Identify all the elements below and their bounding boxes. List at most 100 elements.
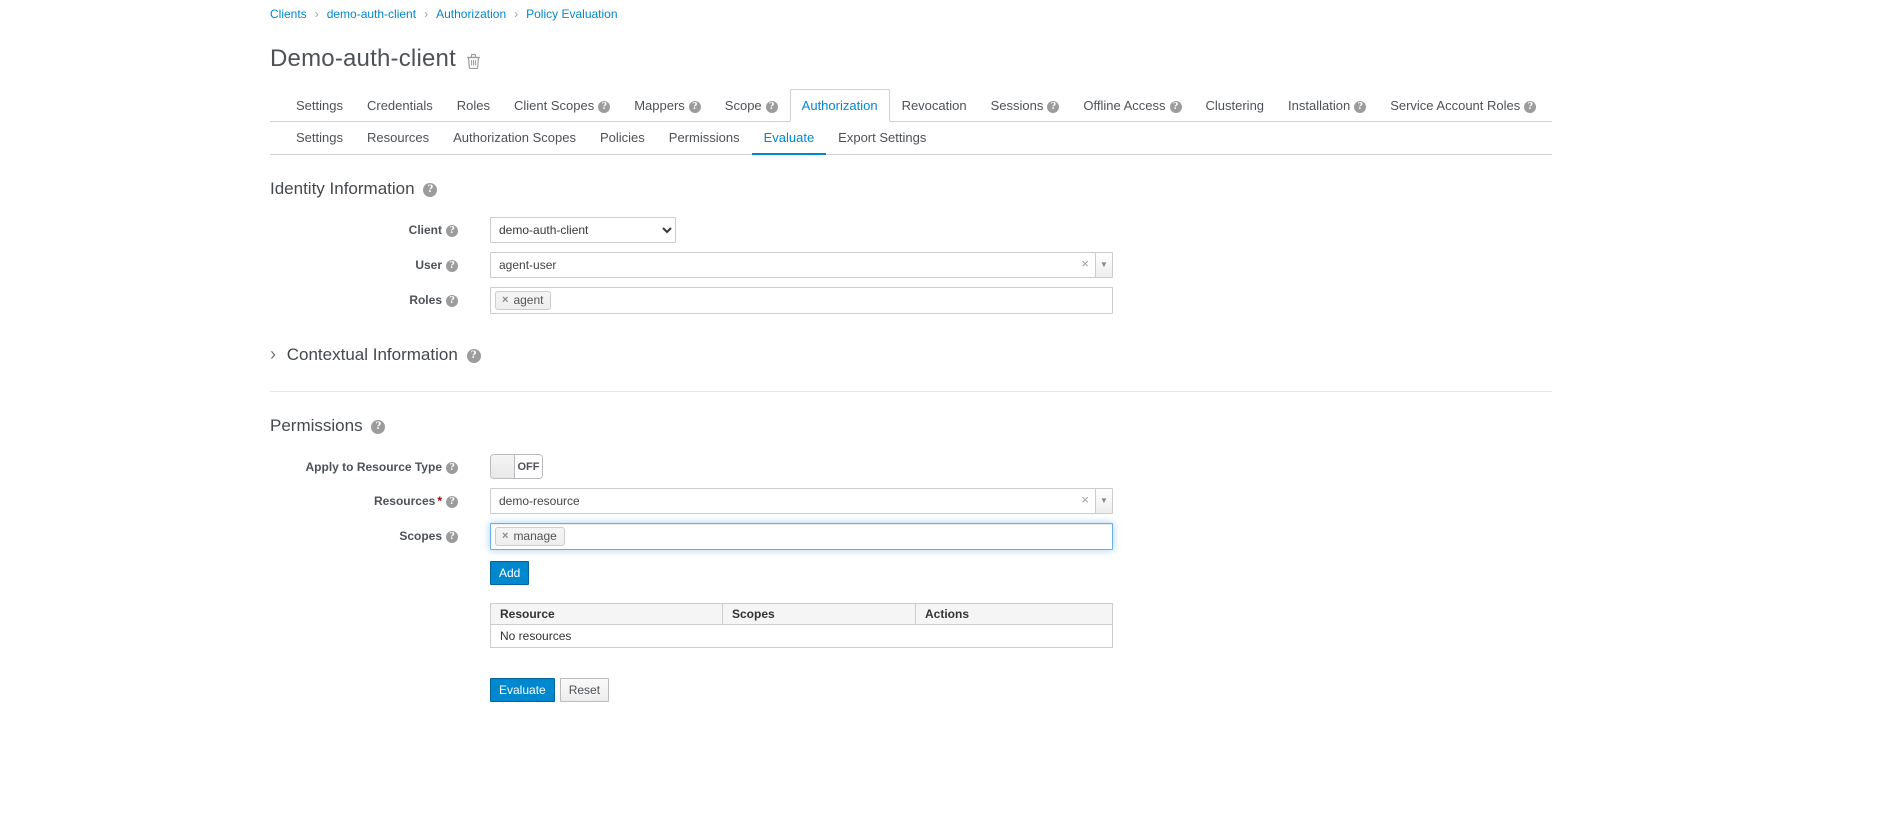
help-icon: ? [446, 531, 458, 543]
tab-mappers[interactable]: Mappers? [622, 89, 713, 122]
chevron-down-icon: ▼ [1100, 497, 1108, 505]
contextual-information-toggle[interactable]: › Contextual Information ? [270, 344, 1552, 365]
permissions-heading: Permissions ? [270, 416, 1552, 436]
table-header-row: Resource Scopes Actions [491, 604, 1113, 625]
tab-label: Revocation [902, 98, 967, 113]
scopes-input[interactable] [569, 528, 1108, 546]
identity-information-section: Identity Information ? Client? demo-auth… [270, 179, 1552, 314]
scopes-multiselect[interactable]: × manage [490, 523, 1113, 550]
clear-user-icon[interactable]: × [1077, 253, 1095, 277]
user-select[interactable]: agent-user × ▼ [490, 252, 1113, 278]
breadcrumb-separator-icon: › [424, 7, 428, 21]
help-icon: ? [423, 183, 437, 197]
identity-information-heading: Identity Information ? [270, 179, 1552, 199]
subtab-authorization-scopes[interactable]: Authorization Scopes [441, 122, 588, 155]
scopes-form-group: Scopes? × manage [270, 523, 1552, 550]
help-icon: ? [446, 225, 458, 237]
tab-label: Sessions [991, 98, 1044, 113]
add-button[interactable]: Add [490, 561, 529, 585]
breadcrumb-authorization[interactable]: Authorization [436, 7, 506, 21]
resources-select-value: demo-resource [491, 489, 1077, 513]
breadcrumb: Clients › demo-auth-client › Authorizati… [270, 7, 1552, 21]
main-tabs: Settings Credentials Roles Client Scopes… [270, 89, 1552, 122]
tab-authorization[interactable]: Authorization [790, 89, 890, 122]
apply-to-resource-type-toggle[interactable]: OFF [490, 454, 543, 479]
tab-offline-access[interactable]: Offline Access? [1071, 89, 1193, 122]
subtab-evaluate[interactable]: Evaluate [752, 122, 827, 155]
toggle-state-label: OFF [515, 455, 542, 478]
subtab-settings[interactable]: Settings [284, 122, 355, 155]
tab-sessions[interactable]: Sessions? [979, 89, 1072, 122]
reset-button[interactable]: Reset [560, 678, 609, 702]
breadcrumb-separator-icon: › [514, 7, 518, 21]
scopes-label: Scopes? [270, 523, 458, 543]
tab-label: Roles [457, 98, 490, 113]
required-marker: * [437, 494, 442, 508]
tab-label: Settings [296, 98, 343, 113]
tab-settings[interactable]: Settings [284, 89, 355, 122]
user-select-value: agent-user [491, 253, 1077, 277]
evaluate-button[interactable]: Evaluate [490, 678, 555, 702]
tab-credentials[interactable]: Credentials [355, 89, 445, 122]
label-text: Client [409, 223, 442, 237]
column-header-resource: Resource [491, 604, 723, 625]
tab-label: Installation [1288, 98, 1350, 113]
label-text: Apply to Resource Type [306, 460, 442, 474]
role-tag: × agent [495, 291, 551, 310]
subtab-policies[interactable]: Policies [588, 122, 657, 155]
breadcrumb-policy-evaluation[interactable]: Policy Evaluation [526, 7, 617, 21]
toggle-handle [491, 455, 515, 478]
help-icon: ? [371, 420, 385, 434]
scope-tag: × manage [495, 527, 565, 546]
resources-dropdown-button[interactable]: ▼ [1095, 489, 1112, 513]
tab-client-scopes[interactable]: Client Scopes? [502, 89, 622, 122]
clear-resource-icon[interactable]: × [1077, 489, 1095, 513]
resources-label: Resources*? [270, 488, 458, 508]
help-icon: ? [1524, 101, 1536, 113]
tab-label: Client Scopes [514, 98, 594, 113]
tab-roles[interactable]: Roles [445, 89, 502, 122]
tab-installation[interactable]: Installation? [1276, 89, 1378, 122]
tag-label: agent [513, 293, 543, 307]
tab-label: Credentials [367, 98, 433, 113]
help-icon: ? [766, 101, 778, 113]
section-title-text: Permissions [270, 416, 363, 435]
tab-label: Service Account Roles [1390, 98, 1520, 113]
tab-revocation[interactable]: Revocation [890, 89, 979, 122]
remove-tag-icon[interactable]: × [502, 531, 508, 542]
subtab-export-settings[interactable]: Export Settings [826, 122, 938, 155]
resources-table: Resource Scopes Actions No resources [490, 603, 1113, 648]
resources-table-wrap: Resource Scopes Actions No resources [490, 603, 1552, 648]
breadcrumb-demo-auth-client[interactable]: demo-auth-client [327, 7, 416, 21]
tab-service-account-roles[interactable]: Service Account Roles? [1378, 89, 1548, 122]
tab-label: Offline Access [1083, 98, 1165, 113]
remove-tag-icon[interactable]: × [502, 295, 508, 306]
chevron-right-icon: › [270, 344, 276, 364]
delete-client-trash-icon[interactable] [466, 53, 481, 69]
help-icon: ? [446, 260, 458, 272]
resources-select[interactable]: demo-resource × ▼ [490, 488, 1113, 514]
user-dropdown-button[interactable]: ▼ [1095, 253, 1112, 277]
breadcrumb-separator-icon: › [315, 7, 319, 21]
roles-label: Roles? [270, 287, 458, 307]
add-row: Add [490, 561, 1552, 585]
apply-to-resource-type-form-group: Apply to Resource Type? OFF [270, 454, 1552, 479]
tab-clustering[interactable]: Clustering [1194, 89, 1277, 122]
user-form-group: User? agent-user × ▼ [270, 252, 1552, 278]
table-row: No resources [491, 625, 1113, 648]
page-title: Demo-auth-client [270, 45, 456, 73]
label-text: Scopes [399, 529, 442, 543]
tab-scope[interactable]: Scope? [713, 89, 790, 122]
column-header-scopes: Scopes [723, 604, 916, 625]
subtab-resources[interactable]: Resources [355, 122, 441, 155]
roles-multiselect[interactable]: × agent [490, 287, 1113, 314]
help-icon: ? [446, 462, 458, 474]
client-select[interactable]: demo-auth-client [490, 217, 676, 243]
tab-label: Clustering [1206, 98, 1265, 113]
section-title-text: Identity Information [270, 179, 415, 198]
apply-to-resource-type-label: Apply to Resource Type? [270, 454, 458, 474]
user-label: User? [270, 252, 458, 272]
breadcrumb-clients[interactable]: Clients [270, 7, 307, 21]
form-actions: Evaluate Reset [490, 678, 1552, 702]
subtab-permissions[interactable]: Permissions [657, 122, 752, 155]
